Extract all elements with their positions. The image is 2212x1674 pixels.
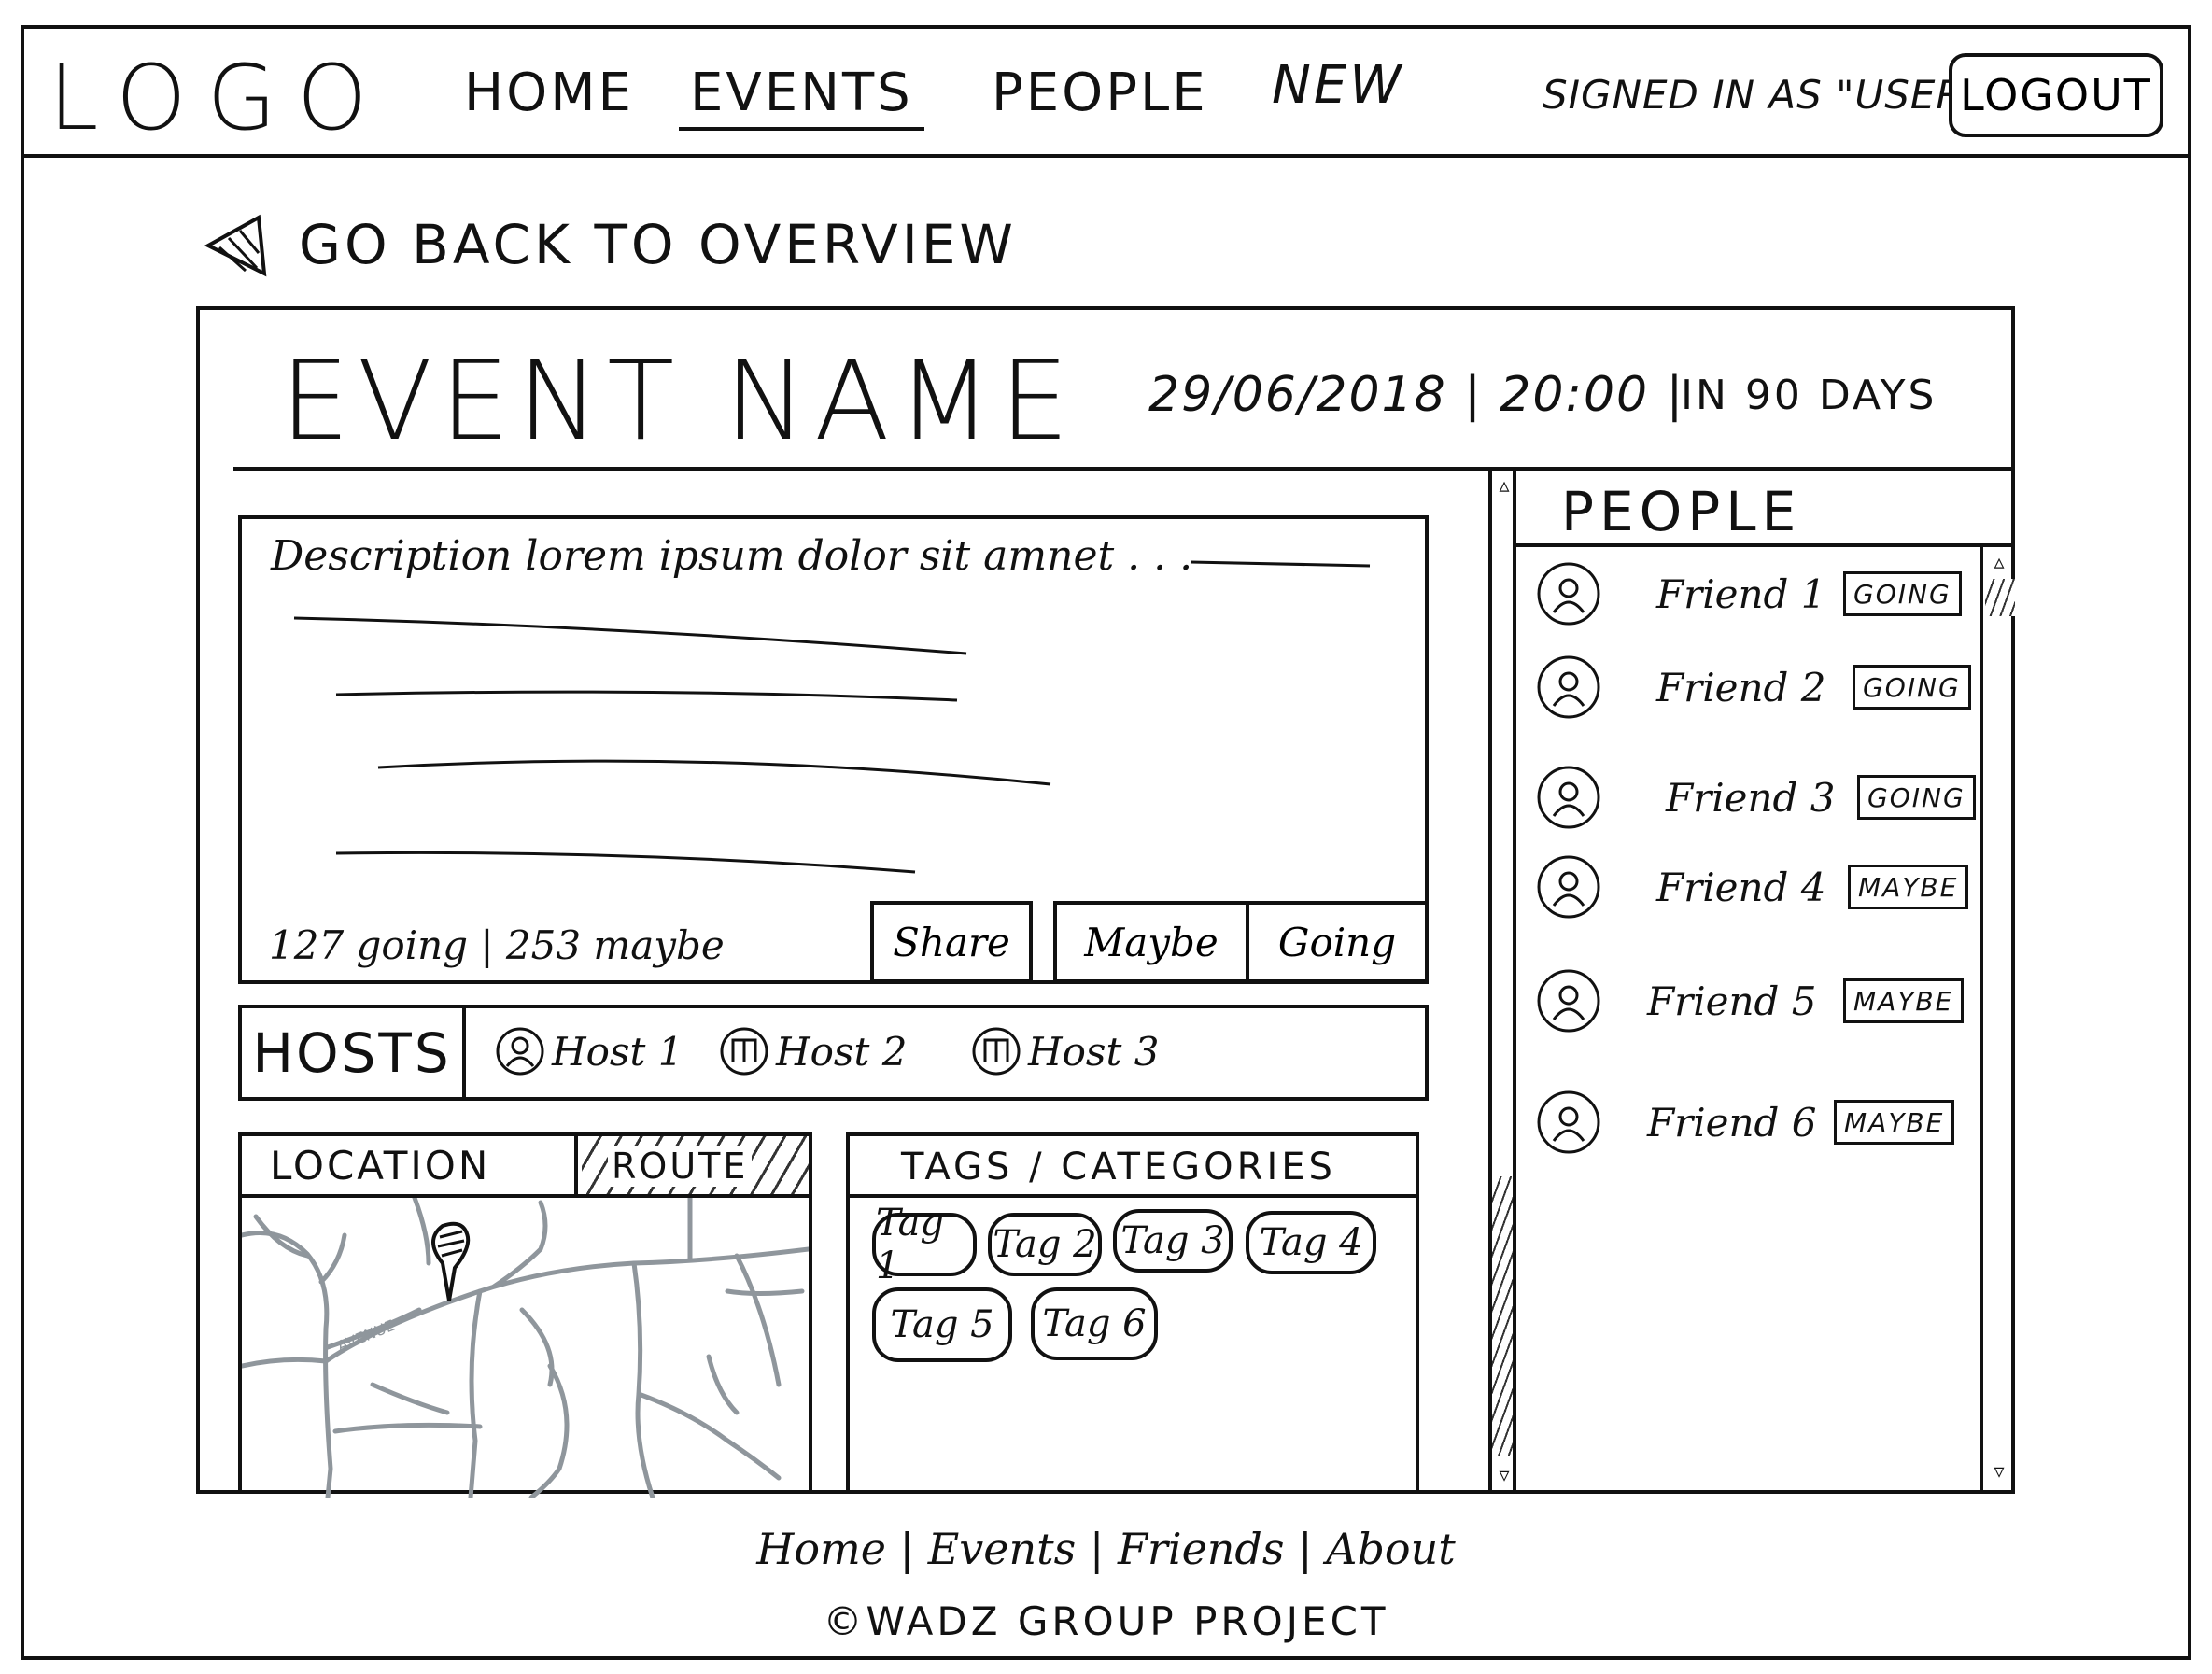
map-pin-icon[interactable] — [431, 1221, 471, 1301]
people-panel: PEOPLE Friend 1 GOING Friend 2 GOING Fri… — [1516, 471, 2015, 1494]
scroll-down-icon[interactable]: ▿ — [1494, 1464, 1515, 1488]
avatar-icon — [1537, 655, 1600, 719]
logout-button[interactable]: LOGOUT — [1949, 53, 2163, 137]
nav-new[interactable]: NEW — [1272, 55, 1404, 116]
tab-route-label: ROUTE — [608, 1146, 753, 1187]
tag-chip[interactable]: Tag 4 — [1246, 1211, 1376, 1274]
scroll-up-icon[interactable]: ▵ — [1494, 474, 1515, 499]
go-back-link[interactable]: GO BACK TO OVERVIEW — [201, 207, 1017, 282]
avatar-icon — [1537, 1090, 1600, 1154]
nav-home[interactable]: HOME — [464, 63, 634, 123]
person-row[interactable]: Friend 5 MAYBE — [1535, 964, 1974, 1038]
street-label: AVENUE — [334, 1316, 397, 1356]
footer-separator: | — [885, 1524, 928, 1574]
person-row[interactable]: Friend 6 MAYBE — [1535, 1085, 1974, 1160]
avatar-icon — [1537, 766, 1600, 829]
status-badge: GOING — [1853, 665, 1971, 710]
scroll-thumb[interactable] — [1985, 579, 2015, 616]
tag-chip[interactable]: Tag 1 — [872, 1202, 977, 1287]
go-back-label: GO BACK TO OVERVIEW — [299, 213, 1017, 276]
host-item[interactable]: Host 2 — [718, 1025, 907, 1077]
person-row[interactable]: Friend 2 GOING — [1535, 650, 1974, 724]
status-badge: MAYBE — [1843, 978, 1965, 1023]
top-navbar: LOGO HOME EVENTS PEOPLE NEW SIGNED IN AS… — [21, 25, 2191, 158]
person-name: Friend 5 — [1647, 978, 1817, 1024]
footer-link-home[interactable]: Home — [756, 1524, 886, 1574]
scroll-up-icon[interactable]: ▵ — [1989, 551, 2009, 575]
footer-separator: | — [1076, 1524, 1118, 1574]
main-scrollbar[interactable]: ▵ ▿ — [1488, 471, 1516, 1494]
people-list: Friend 1 GOING Friend 2 GOING Friend 3 G… — [1516, 547, 1976, 1494]
avatar-icon — [972, 1027, 1021, 1076]
event-datetime: 29/06/2018 | 20:00 | — [1148, 367, 1685, 423]
tags-header: TAGS / CATEGORIES — [850, 1136, 1416, 1198]
avatar-icon — [496, 1027, 544, 1076]
signed-in-label: SIGNED IN AS "USER" — [1543, 72, 1983, 118]
host-item[interactable]: Host 3 — [970, 1025, 1159, 1077]
person-name: Friend 4 — [1656, 864, 1826, 910]
attendance-stats: 127 going | 253 maybe — [269, 922, 725, 968]
description-text: Description lorem ipsum dolor sit amnet … — [271, 532, 1193, 580]
hosts-label: HOSTS — [242, 1008, 466, 1097]
scroll-down-icon[interactable]: ▿ — [1989, 1460, 2009, 1484]
scroll-thumb[interactable] — [1492, 1176, 1513, 1456]
going-button[interactable]: Going — [1246, 901, 1429, 983]
host-item[interactable]: Host 1 — [494, 1025, 683, 1077]
status-badge: GOING — [1857, 775, 1976, 820]
tab-route[interactable]: ROUTE — [582, 1136, 809, 1194]
location-tabs: LOCATION ROUTE — [242, 1136, 809, 1198]
host-name: Host 2 — [776, 1028, 908, 1075]
footer-link-events[interactable]: Events — [928, 1524, 1077, 1574]
footer-links: Home | Events | Friends | About — [0, 1524, 2212, 1574]
hosts-box: HOSTS Host 1 Host 2 Host 3 — [238, 1005, 1429, 1101]
location-map[interactable]: AVENUE — [242, 1198, 809, 1498]
event-title: EVENT NAME — [280, 336, 1078, 465]
person-name: Friend 2 — [1656, 664, 1826, 710]
host-name: Host 3 — [1028, 1028, 1160, 1075]
status-badge: MAYBE — [1848, 865, 1969, 909]
status-badge: GOING — [1843, 571, 1962, 616]
people-header: PEOPLE — [1516, 471, 2015, 547]
people-scrollbar[interactable]: ▵ ▿ — [1980, 547, 2015, 1494]
event-countdown: IN 90 DAYS — [1681, 372, 1937, 419]
footer-separator: | — [1284, 1524, 1327, 1574]
person-row[interactable]: Friend 1 GOING — [1535, 556, 1974, 631]
nav-events[interactable]: EVENTS — [679, 63, 924, 131]
avatar-icon — [720, 1027, 768, 1076]
logo[interactable]: LOGO — [49, 46, 388, 150]
tag-chip[interactable]: Tag 6 — [1031, 1287, 1158, 1360]
tag-chip[interactable]: Tag 5 — [872, 1287, 1012, 1362]
footer-link-about[interactable]: About — [1326, 1524, 1455, 1574]
avatar-icon — [1537, 562, 1600, 626]
nav-people[interactable]: PEOPLE — [992, 63, 1208, 123]
location-box: LOCATION ROUTE AVENUE — [238, 1132, 812, 1498]
person-name: Friend 1 — [1656, 570, 1826, 617]
person-name: Friend 6 — [1647, 1099, 1817, 1146]
tags-box: TAGS / CATEGORIES Tag 1 Tag 2 Tag 3 Tag … — [846, 1132, 1419, 1494]
footer-copyright: ©WADZ GROUP PROJECT — [823, 1598, 1389, 1644]
person-row[interactable]: Friend 3 GOING — [1535, 760, 1976, 835]
person-name: Friend 3 — [1666, 774, 1836, 821]
tag-chip[interactable]: Tag 2 — [988, 1213, 1102, 1276]
tab-location[interactable]: LOCATION — [242, 1136, 578, 1194]
footer-link-friends[interactable]: Friends — [1118, 1524, 1285, 1574]
back-arrow-icon — [204, 214, 267, 276]
person-row[interactable]: Friend 4 MAYBE — [1535, 850, 1974, 924]
avatar-icon — [1537, 855, 1600, 919]
share-button[interactable]: Share — [870, 901, 1033, 983]
status-badge: MAYBE — [1834, 1100, 1955, 1145]
tag-chip[interactable]: Tag 3 — [1113, 1209, 1233, 1273]
maybe-button[interactable]: Maybe — [1053, 901, 1249, 983]
avatar-icon — [1537, 969, 1600, 1033]
host-name: Host 1 — [552, 1028, 683, 1075]
